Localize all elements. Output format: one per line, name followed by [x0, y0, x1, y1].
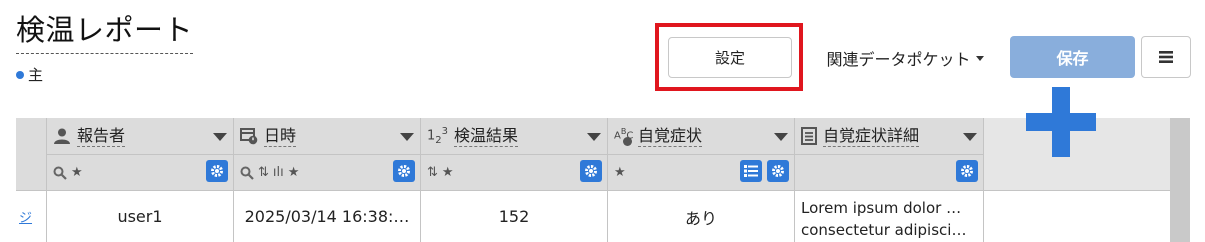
number-123-icon: 123 — [427, 126, 449, 146]
column-detail: 自覚症状詳細 Lorem ipsum dolor … consectetur a… — [795, 118, 984, 242]
column-header-detail[interactable]: 自覚症状詳細 — [795, 118, 983, 154]
calendar-clock-icon — [240, 128, 258, 145]
row-link[interactable]: ジ — [19, 207, 32, 226]
person-icon — [54, 128, 70, 144]
filter-detail — [795, 154, 983, 190]
list-icon[interactable] — [740, 160, 762, 182]
column-reporter: 報告者 ★ user1 — [47, 118, 234, 242]
column-header-datetime[interactable]: 日時 — [234, 118, 420, 154]
document-icon — [801, 127, 817, 145]
bullet-dot-icon — [16, 70, 24, 79]
sort-icon[interactable]: ⇅ — [427, 165, 438, 180]
page-subtitle: 主 — [16, 64, 43, 85]
cell-detail[interactable]: Lorem ipsum dolor … consectetur adipisci… — [795, 190, 983, 242]
column-header-symptom[interactable]: ABC 自覚症状 — [608, 118, 794, 154]
column-dropdown-icon[interactable] — [587, 133, 601, 141]
detail-line-1: Lorem ipsum dolor … — [801, 199, 962, 217]
related-data-pocket-dropdown[interactable]: 関連データポケット — [808, 37, 1002, 78]
menu-button[interactable] — [1141, 36, 1191, 78]
cell-reporter[interactable]: user1 — [47, 190, 233, 242]
column-header-temperature[interactable]: 123 検温結果 — [421, 118, 607, 154]
report-page: 検温レポート 主 設定 関連データポケット 保存 ジ 報告者 ★ user1 日… — [0, 0, 1205, 242]
data-grid: ジ 報告者 ★ user1 日時 ⇅ ılı ★ 2025/03/14 16:3… — [16, 118, 1190, 242]
caret-down-icon — [975, 56, 984, 61]
detail-line-2: consectetur adipisci… — [801, 221, 967, 239]
column-lead: ジ — [16, 118, 47, 242]
column-label-symptom: 自覚症状 — [638, 125, 703, 147]
highlight-box — [655, 23, 803, 91]
abc-check-icon: ABC — [614, 127, 633, 146]
save-button[interactable]: 保存 — [1010, 36, 1135, 78]
cell-temperature[interactable]: 152 — [421, 190, 607, 242]
gear-icon[interactable] — [393, 160, 415, 182]
add-row-plus-icon[interactable] — [1026, 87, 1096, 157]
column-dropdown-icon[interactable] — [774, 133, 788, 141]
column-dropdown-icon[interactable] — [963, 133, 977, 141]
sort-icon[interactable]: ⇅ — [258, 165, 269, 180]
table-row-lead[interactable]: ジ — [16, 190, 46, 242]
cell-datetime[interactable]: 2025/03/14 16:38:… — [234, 190, 420, 242]
column-dropdown-icon[interactable] — [213, 133, 227, 141]
gear-icon[interactable] — [767, 160, 789, 182]
star-icon[interactable]: ★ — [288, 165, 300, 180]
column-header-reporter[interactable]: 報告者 — [47, 118, 233, 154]
star-icon[interactable]: ★ — [614, 165, 626, 180]
hamburger-icon — [1159, 51, 1173, 63]
star-icon[interactable]: ★ — [71, 165, 83, 180]
column-symptom: ABC 自覚症状 ★ あり — [608, 118, 795, 242]
column-label-detail: 自覚症状詳細 — [823, 125, 920, 147]
column-datetime: 日時 ⇅ ılı ★ 2025/03/14 16:38:… — [234, 118, 421, 242]
bars-icon[interactable]: ılı — [273, 165, 284, 180]
subtitle-text: 主 — [28, 66, 44, 84]
search-icon[interactable] — [240, 166, 254, 180]
gear-icon[interactable] — [956, 160, 978, 182]
vertical-scrollbar[interactable] — [1170, 118, 1190, 242]
pocket-label: 関連データポケット — [826, 49, 971, 69]
page-title: 検温レポート — [16, 10, 194, 54]
action-column-row — [984, 190, 1170, 242]
search-icon[interactable] — [53, 166, 67, 180]
gear-icon[interactable] — [206, 160, 228, 182]
star-icon[interactable]: ★ — [442, 165, 454, 180]
column-dropdown-icon[interactable] — [400, 133, 414, 141]
column-label-reporter: 報告者 — [77, 125, 126, 147]
gear-icon[interactable] — [580, 160, 602, 182]
column-label-temperature: 検温結果 — [454, 125, 519, 147]
cell-symptom[interactable]: あり — [608, 190, 794, 242]
column-temperature: 123 検温結果 ⇅ ★ 152 — [421, 118, 608, 242]
column-label-datetime: 日時 — [264, 125, 297, 147]
